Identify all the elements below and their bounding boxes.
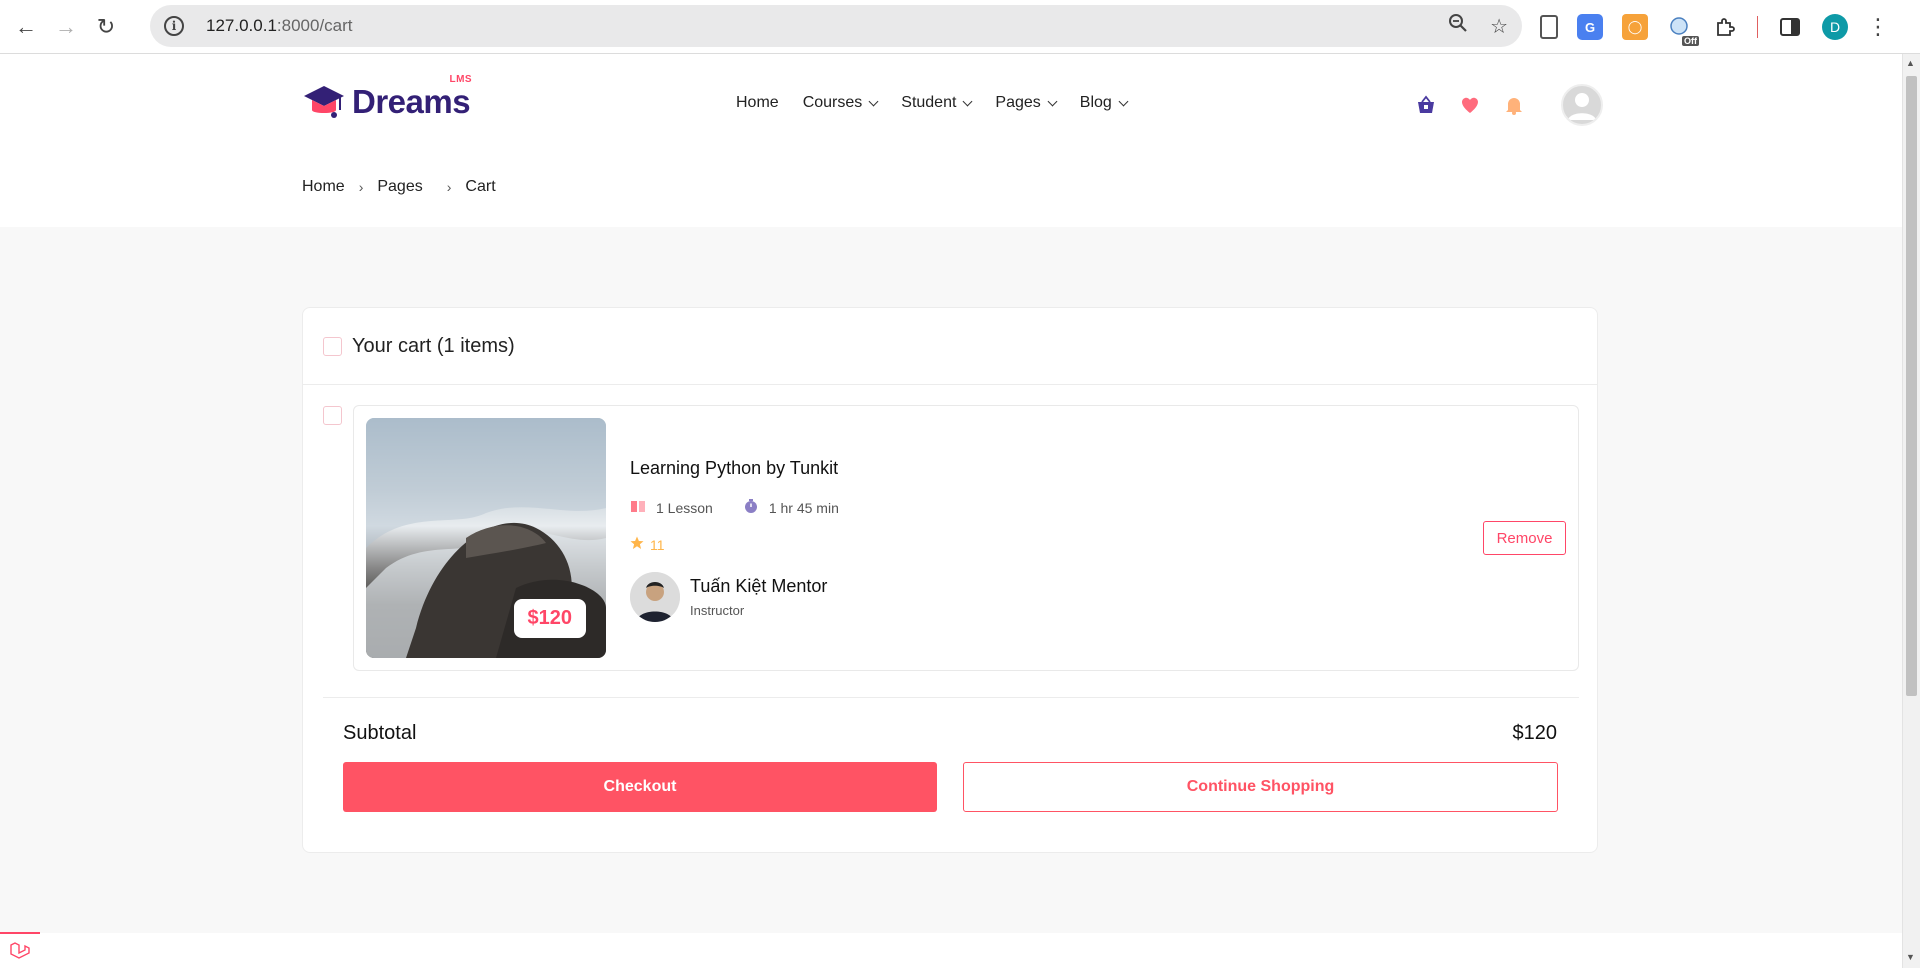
browser-menu-icon[interactable]: ⋮ bbox=[1867, 14, 1889, 40]
course-thumbnail[interactable]: $120 bbox=[366, 418, 606, 658]
instructor-role: Instructor bbox=[690, 603, 745, 618]
bookmark-star-icon[interactable]: ☆ bbox=[1490, 14, 1508, 39]
nav-student[interactable]: Student bbox=[901, 94, 973, 112]
breadcrumb: Home › Pages › Cart bbox=[302, 178, 496, 196]
nav-blog[interactable]: Blog bbox=[1080, 94, 1129, 112]
user-avatar[interactable] bbox=[1561, 84, 1603, 126]
nav-courses[interactable]: Courses bbox=[803, 94, 879, 112]
notification-bell-icon[interactable] bbox=[1503, 94, 1525, 116]
item-checkbox[interactable] bbox=[323, 406, 342, 425]
laravel-debugbar-icon[interactable] bbox=[0, 932, 40, 968]
course-rating: 11 bbox=[630, 536, 665, 553]
site-info-icon[interactable]: i bbox=[164, 16, 184, 36]
course-meta: 1 Lesson 1 hr 45 min bbox=[630, 498, 839, 517]
instructor-avatar[interactable] bbox=[630, 572, 680, 622]
graduation-cap-icon bbox=[302, 82, 346, 122]
profile-avatar[interactable]: D bbox=[1822, 14, 1848, 40]
cart-header: Your cart (1 items) bbox=[303, 308, 1597, 385]
nav-pages[interactable]: Pages bbox=[995, 94, 1058, 112]
browser-toolbar: ← → ↻ i 127.0.0.1:8000/cart ☆ G ◯ Off D … bbox=[0, 0, 1920, 54]
extension-off-icon[interactable]: Off bbox=[1667, 14, 1699, 46]
chevron-down-icon bbox=[868, 96, 879, 106]
chevron-right-icon: › bbox=[446, 179, 452, 195]
scroll-up-icon[interactable]: ▲ bbox=[1906, 58, 1915, 68]
chevron-down-icon bbox=[1047, 96, 1058, 106]
continue-shopping-button[interactable]: Continue Shopping bbox=[963, 762, 1558, 812]
price-tag: $120 bbox=[513, 599, 586, 638]
course-title[interactable]: Learning Python by Tunkit bbox=[630, 458, 838, 479]
timer-icon bbox=[743, 498, 759, 517]
side-panel-icon[interactable] bbox=[1777, 14, 1803, 40]
cart-card: Your cart (1 items) $120 Learning Python… bbox=[302, 307, 1598, 853]
breadcrumb-current: Cart bbox=[465, 178, 496, 195]
url-text[interactable]: 127.0.0.1:8000/cart bbox=[206, 16, 353, 36]
extension-orange-icon[interactable]: ◯ bbox=[1622, 14, 1648, 40]
zoom-icon[interactable] bbox=[1448, 13, 1468, 39]
instructor-name[interactable]: Tuấn Kiệt Mentor bbox=[690, 576, 827, 597]
book-icon bbox=[630, 499, 646, 516]
forward-icon[interactable]: → bbox=[46, 7, 86, 47]
translate-extension-icon[interactable]: G bbox=[1577, 14, 1603, 40]
select-all-checkbox[interactable] bbox=[323, 336, 342, 356]
remove-button[interactable]: Remove bbox=[1483, 521, 1566, 555]
chevron-down-icon bbox=[962, 96, 973, 106]
page-scrollbar[interactable]: ▲ ▼ bbox=[1902, 54, 1920, 968]
course-duration: 1 hr 45 min bbox=[768, 499, 839, 516]
scroll-thumb[interactable] bbox=[1906, 76, 1917, 696]
cart-item: $120 Learning Python by Tunkit 1 Lesson … bbox=[353, 405, 1579, 671]
reload-icon[interactable]: ↻ bbox=[86, 7, 126, 47]
main-nav: Home Courses Student Pages Blog bbox=[736, 94, 1129, 112]
subtotal-value: $120 bbox=[1512, 722, 1558, 744]
footer-strip bbox=[40, 933, 1902, 968]
divider bbox=[323, 697, 1579, 698]
checkout-button[interactable]: Checkout bbox=[343, 762, 937, 812]
extensions-puzzle-icon[interactable] bbox=[1712, 14, 1738, 40]
wishlist-heart-icon[interactable] bbox=[1459, 94, 1481, 116]
chevron-down-icon bbox=[1118, 96, 1129, 106]
instructor: Tuấn Kiệt Mentor Instructor bbox=[630, 572, 827, 622]
extension-device-icon[interactable] bbox=[1540, 15, 1558, 39]
breadcrumb-pages[interactable]: Pages bbox=[377, 178, 422, 196]
site-header: Dreams LMS Home Courses Student Pages Blo… bbox=[0, 54, 1902, 227]
cart-icon[interactable] bbox=[1415, 94, 1437, 116]
scroll-down-icon[interactable]: ▼ bbox=[1906, 952, 1915, 962]
address-bar[interactable]: i 127.0.0.1:8000/cart ☆ bbox=[150, 5, 1522, 47]
lesson-count: 1 Lesson bbox=[656, 499, 713, 516]
cart-title: Your cart (1 items) bbox=[352, 334, 515, 357]
chevron-right-icon: › bbox=[358, 179, 364, 195]
star-icon bbox=[630, 536, 644, 553]
breadcrumb-home[interactable]: Home bbox=[302, 178, 345, 196]
back-icon[interactable]: ← bbox=[6, 7, 46, 47]
toolbar-divider bbox=[1757, 16, 1758, 38]
nav-home[interactable]: Home bbox=[736, 94, 779, 112]
site-logo[interactable]: Dreams LMS bbox=[302, 74, 472, 122]
subtotal-label: Subtotal bbox=[343, 722, 417, 744]
